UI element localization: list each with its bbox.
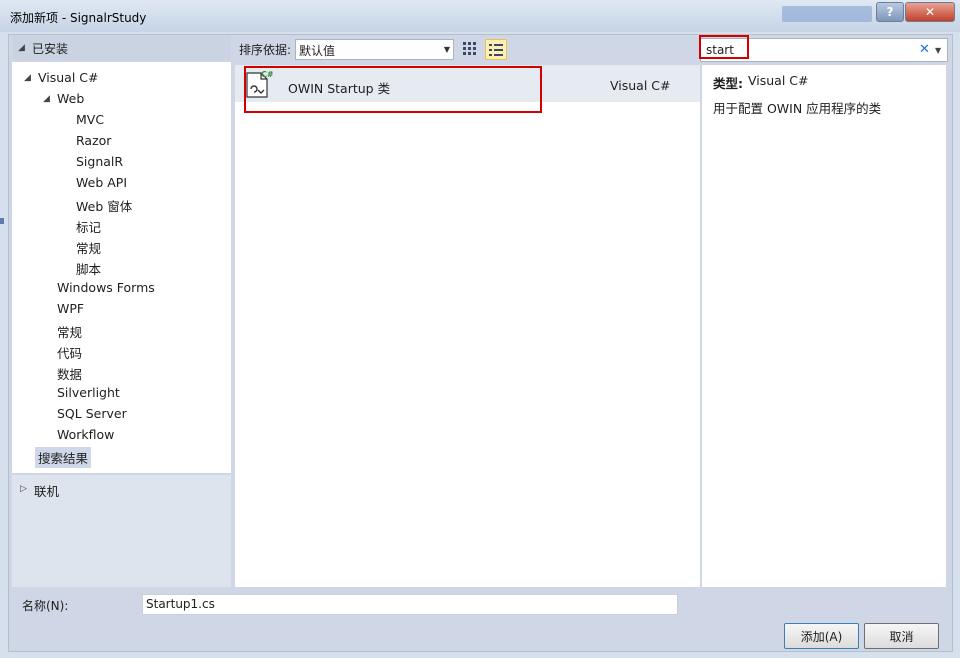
search-dropdown-icon[interactable]: ▼	[935, 46, 941, 55]
template-list: C# OWIN Startup 类 Visual C#	[235, 65, 700, 587]
tree-node-mvc[interactable]: MVC	[76, 112, 104, 127]
tree-node-windows-forms[interactable]: Windows Forms	[57, 280, 155, 295]
clear-search-icon[interactable]: ✕	[919, 42, 930, 57]
online-section: ▷ 联机	[12, 475, 231, 587]
grid-view-button[interactable]	[460, 39, 480, 58]
tree-node-search-results[interactable]: 搜索结果	[35, 447, 92, 468]
type-label: 类型:	[713, 76, 743, 91]
search-highlight-box	[699, 35, 749, 59]
help-button[interactable]: ?	[876, 2, 904, 22]
collapse-triangle-icon: ◢	[43, 94, 50, 104]
tree-node-data[interactable]: 数据	[57, 364, 82, 383]
tree-node-general[interactable]: 常规	[57, 322, 82, 341]
name-field-value: Startup1.cs	[146, 597, 215, 611]
left-edge-marker	[0, 218, 4, 224]
tree-node-silverlight[interactable]: Silverlight	[57, 385, 120, 400]
expand-triangle-icon: ▷	[20, 484, 27, 494]
tree-node-web-api[interactable]: Web API	[76, 175, 127, 190]
cancel-button[interactable]: 取消	[864, 623, 939, 649]
sort-dropdown[interactable]: 默认值 ▼	[295, 39, 454, 60]
chevron-down-icon: ▼	[443, 45, 450, 54]
tree-node-web-forms[interactable]: Web 窗体	[76, 196, 132, 215]
item-description: 用于配置 OWIN 应用程序的类	[713, 101, 882, 116]
installed-header[interactable]: ◢ 已安装	[12, 36, 231, 60]
close-button[interactable]: ✕	[905, 2, 955, 22]
tree-node-wpf[interactable]: WPF	[57, 301, 84, 316]
sort-value: 默认值	[299, 44, 336, 58]
title-bar: 添加新项 - SignalrStudy ? ✕	[0, 0, 960, 33]
add-button[interactable]: 添加(A)	[784, 623, 859, 649]
tree-node-web-general[interactable]: 常规	[76, 238, 101, 257]
tree-node-workflow[interactable]: Workflow	[57, 427, 114, 442]
tree-node-sql-server[interactable]: SQL Server	[57, 406, 127, 421]
name-field[interactable]: Startup1.cs	[142, 594, 678, 615]
online-node[interactable]: 联机	[34, 481, 59, 500]
background-window-strip	[782, 6, 872, 22]
collapse-triangle-icon: ◢	[24, 73, 31, 83]
tree-node-visual-csharp[interactable]: Visual C#	[38, 70, 99, 85]
sort-label: 排序依据:	[239, 43, 292, 57]
window-title: 添加新项 - SignalrStudy	[10, 11, 147, 25]
tree-node-markup[interactable]: 标记	[76, 217, 101, 236]
list-view-button[interactable]	[485, 39, 507, 60]
item-language: Visual C#	[610, 78, 671, 93]
tree-node-code[interactable]: 代码	[57, 343, 82, 362]
details-panel: 类型: Visual C# 用于配置 OWIN 应用程序的类	[702, 65, 946, 587]
tree-node-web[interactable]: Web	[57, 91, 84, 106]
item-highlight-box	[244, 66, 542, 113]
tree-node-razor[interactable]: Razor	[76, 133, 111, 148]
template-tree: ◢ Visual C# ◢ Web MVC Razor SignalR Web …	[12, 62, 231, 473]
collapse-triangle-icon: ◢	[18, 43, 25, 53]
type-value: Visual C#	[748, 73, 809, 88]
name-label: 名称(N):	[22, 599, 69, 613]
grid-view-icon	[463, 41, 476, 55]
installed-label: 已安装	[32, 42, 69, 56]
list-view-icon	[489, 43, 503, 56]
tree-node-signalr[interactable]: SignalR	[76, 154, 123, 169]
tree-node-script[interactable]: 脚本	[76, 259, 101, 278]
